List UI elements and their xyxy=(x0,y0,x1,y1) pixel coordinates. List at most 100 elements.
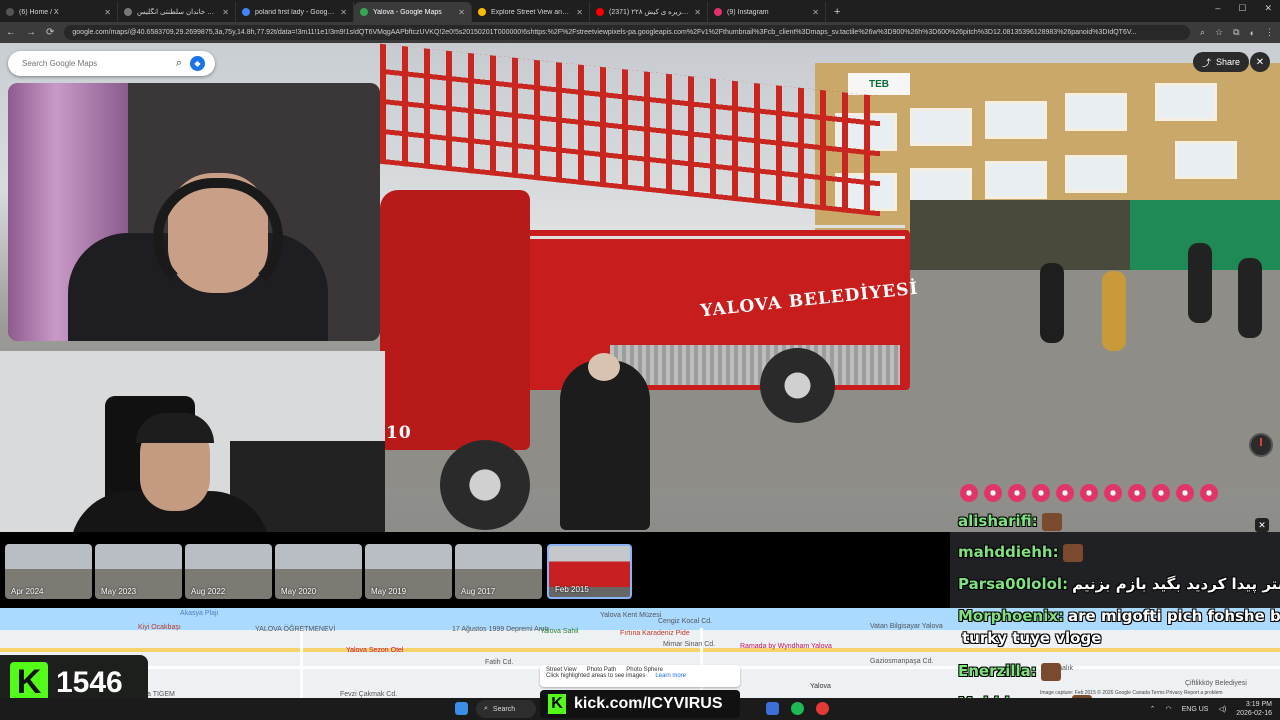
language-indicator[interactable]: ENG US xyxy=(1182,706,1209,713)
kick-banner-logo-icon: K xyxy=(548,694,566,714)
timeline-thumbnail[interactable]: May 2023 xyxy=(95,544,182,599)
directions-icon[interactable]: ◆ xyxy=(190,56,205,71)
road xyxy=(700,628,703,698)
timeline-thumbnail[interactable]: Aug 2022 xyxy=(185,544,272,599)
menu-icon[interactable]: ⋮ xyxy=(1265,27,1274,38)
timeline-thumbnail[interactable]: May 2020 xyxy=(275,544,362,599)
street-view-legend: Street View Photo Path Photo Sphere Clic… xyxy=(540,665,740,687)
learn-more-link[interactable]: Learn more xyxy=(655,673,686,679)
tray-chevron-icon[interactable]: ⌃ xyxy=(1150,705,1156,713)
stream-chat-overlay: alisharifi: mahddiehh: Parsa00lolol:بیشتر … xyxy=(953,455,1280,720)
minimize-button[interactable]: – xyxy=(1215,3,1220,14)
tab-favicon-icon xyxy=(6,8,14,16)
heart-emote-icon xyxy=(1032,484,1050,502)
taskbar-search-label: Search xyxy=(492,705,516,713)
close-street-view-button[interactable]: ✕ xyxy=(1250,52,1270,72)
kick-channel-banner: K kick.com/ICYVIRUS xyxy=(540,690,740,718)
map-place-label[interactable]: Ramada by Wyndham Yalova xyxy=(740,643,832,650)
map-place-label[interactable]: Yalova xyxy=(810,683,831,690)
map-place-label[interactable]: YALOVA ÖĞRETMENEVİ xyxy=(255,626,335,633)
tab-close-icon[interactable]: ✕ xyxy=(458,8,465,17)
browser-app-icon[interactable] xyxy=(816,702,829,715)
timeline-date-label: May 2019 xyxy=(371,587,407,596)
map-place-label[interactable]: Vatan Bilgisayar Yalova xyxy=(870,623,943,630)
timeline-thumbnail[interactable]: Aug 2017 xyxy=(455,544,542,599)
new-tab-button[interactable]: + xyxy=(834,6,840,18)
close-window-button[interactable]: ✕ xyxy=(1264,3,1272,14)
search-input[interactable]: Search Google Maps xyxy=(22,59,168,68)
extensions-icon[interactable]: ⧉ xyxy=(1233,27,1239,38)
map-place-label[interactable]: Cengiz Kocal Cd. xyxy=(658,618,712,625)
timeline-thumbnail[interactable]: Feb 2015 xyxy=(547,544,632,599)
compass-icon[interactable] xyxy=(1249,433,1273,457)
reload-button[interactable]: ⟳ xyxy=(46,27,54,38)
spotify-icon[interactable] xyxy=(791,702,804,715)
window-controls: – ☐ ✕ xyxy=(1215,3,1272,14)
tab-close-icon[interactable]: ✕ xyxy=(104,8,111,17)
map-place-label[interactable]: Yalova Kent Müzesi xyxy=(600,612,661,619)
timeline-date-label: Aug 2017 xyxy=(461,587,496,596)
browser-tab[interactable]: Yalova - Google Maps ✕ xyxy=(354,2,472,22)
tab-close-icon[interactable]: ✕ xyxy=(222,8,229,17)
map-place-label[interactable]: Gaziosmanpaşa Cd. xyxy=(870,658,933,665)
tab-close-icon[interactable]: ✕ xyxy=(812,8,819,17)
map-place-label[interactable]: Akasya Plajı xyxy=(180,610,219,617)
maps-search-box[interactable]: Search Google Maps ⌕ ◆ xyxy=(8,51,215,76)
timeline-thumbnail[interactable]: May 2019 xyxy=(365,544,452,599)
headphones xyxy=(153,178,283,298)
tab-title: (6) Home / X xyxy=(19,8,59,16)
browser-tab[interactable]: قدرت خاندان سلطنتی انگلیس ✕ xyxy=(118,2,236,22)
truck-number: 10 xyxy=(386,423,412,443)
taskbar-search[interactable]: ⌕ Search xyxy=(476,700,536,718)
browser-tab[interactable]: poland first lady - Google Sear ✕ xyxy=(236,2,354,22)
chat-message: mahddiehh: xyxy=(958,543,1083,562)
map-place-label[interactable]: Kiyi Ocakbaşı xyxy=(138,624,181,631)
address-bar: ← → ⟳ google.com/maps/@40.6583709,29.269… xyxy=(0,22,1280,43)
map-place-label[interactable]: Mimar Sinan Cd. xyxy=(663,641,715,648)
map-place-label[interactable]: Yalova Sezon Otel xyxy=(346,647,403,654)
back-button[interactable]: ← xyxy=(6,27,16,38)
windows-start-icon[interactable] xyxy=(455,702,468,715)
search-icon[interactable]: ⌕ xyxy=(176,57,182,70)
forward-button[interactable]: → xyxy=(26,27,36,38)
tab-favicon-icon xyxy=(596,8,604,16)
volume-icon[interactable]: ◁) xyxy=(1218,705,1226,713)
tab-favicon-icon xyxy=(478,8,486,16)
map-place-label[interactable]: 17 Ağustos 1999 Depremi Anıtı xyxy=(452,626,549,633)
chat-close-icon[interactable]: ✕ xyxy=(1255,518,1269,532)
chat-username: Enerzilla: xyxy=(958,662,1037,680)
telegram-icon[interactable] xyxy=(766,702,779,715)
chat-username: mahddiehh: xyxy=(958,543,1059,561)
tab-title: قدرت خاندان سلطنتی انگلیس xyxy=(137,9,218,16)
taskbar-start-icon[interactable] xyxy=(455,702,468,715)
timeline-date-label: Feb 2015 xyxy=(555,585,589,594)
tab-close-icon[interactable]: ✕ xyxy=(694,8,701,17)
wifi-icon[interactable]: ◠ xyxy=(1166,705,1172,713)
browser-tab[interactable]: (9) Instagram ✕ xyxy=(708,2,826,22)
map-place-label[interactable]: Fatih Cd. xyxy=(485,659,513,666)
clock-time: 3:19 PM xyxy=(1245,701,1272,708)
road xyxy=(300,628,303,698)
browser-tab[interactable]: Explore Street View and add yo ✕ xyxy=(472,2,590,22)
maximize-button[interactable]: ☐ xyxy=(1238,3,1246,14)
legend-hint: Click highlighted areas to see images xyxy=(546,673,646,679)
taskbar-clock[interactable]: 3:19 PM 2026-02-16 xyxy=(1236,700,1272,718)
heart-emote-icon xyxy=(1008,484,1026,502)
system-tray: ⌃ ◠ ENG US ◁) 3:19 PM 2026-02-16 xyxy=(1150,700,1272,718)
browser-tab[interactable]: (2371) مسلسل جزیره ی کیش ۲۲۸ ✕ xyxy=(590,2,708,22)
url-field[interactable]: google.com/maps/@40.6583709,29.2699875,3… xyxy=(64,25,1190,40)
tab-favicon-icon xyxy=(242,8,250,16)
bookmark-star-icon[interactable]: ☆ xyxy=(1215,27,1223,38)
chat-message: alisharifi: xyxy=(958,512,1062,531)
profile-icon[interactable]: ◐ xyxy=(1250,28,1255,38)
map-place-label[interactable]: Yalova Sahil xyxy=(540,628,578,635)
timeline-thumbnail[interactable]: Apr 2024 xyxy=(5,544,92,599)
map-place-label[interactable]: Fırtına Karadeniz Pide xyxy=(620,630,690,637)
tab-close-icon[interactable]: ✕ xyxy=(576,8,583,17)
webcam-streamer-1 xyxy=(8,83,380,341)
share-button[interactable]: ⤴ Share xyxy=(1193,52,1250,72)
browser-tab[interactable]: (6) Home / X ✕ xyxy=(0,2,118,22)
tab-close-icon[interactable]: ✕ xyxy=(340,8,347,17)
zoom-icon[interactable]: ⌕ xyxy=(1200,27,1205,38)
map-place-label[interactable]: Fevzi Çakmak Cd. xyxy=(340,691,397,698)
